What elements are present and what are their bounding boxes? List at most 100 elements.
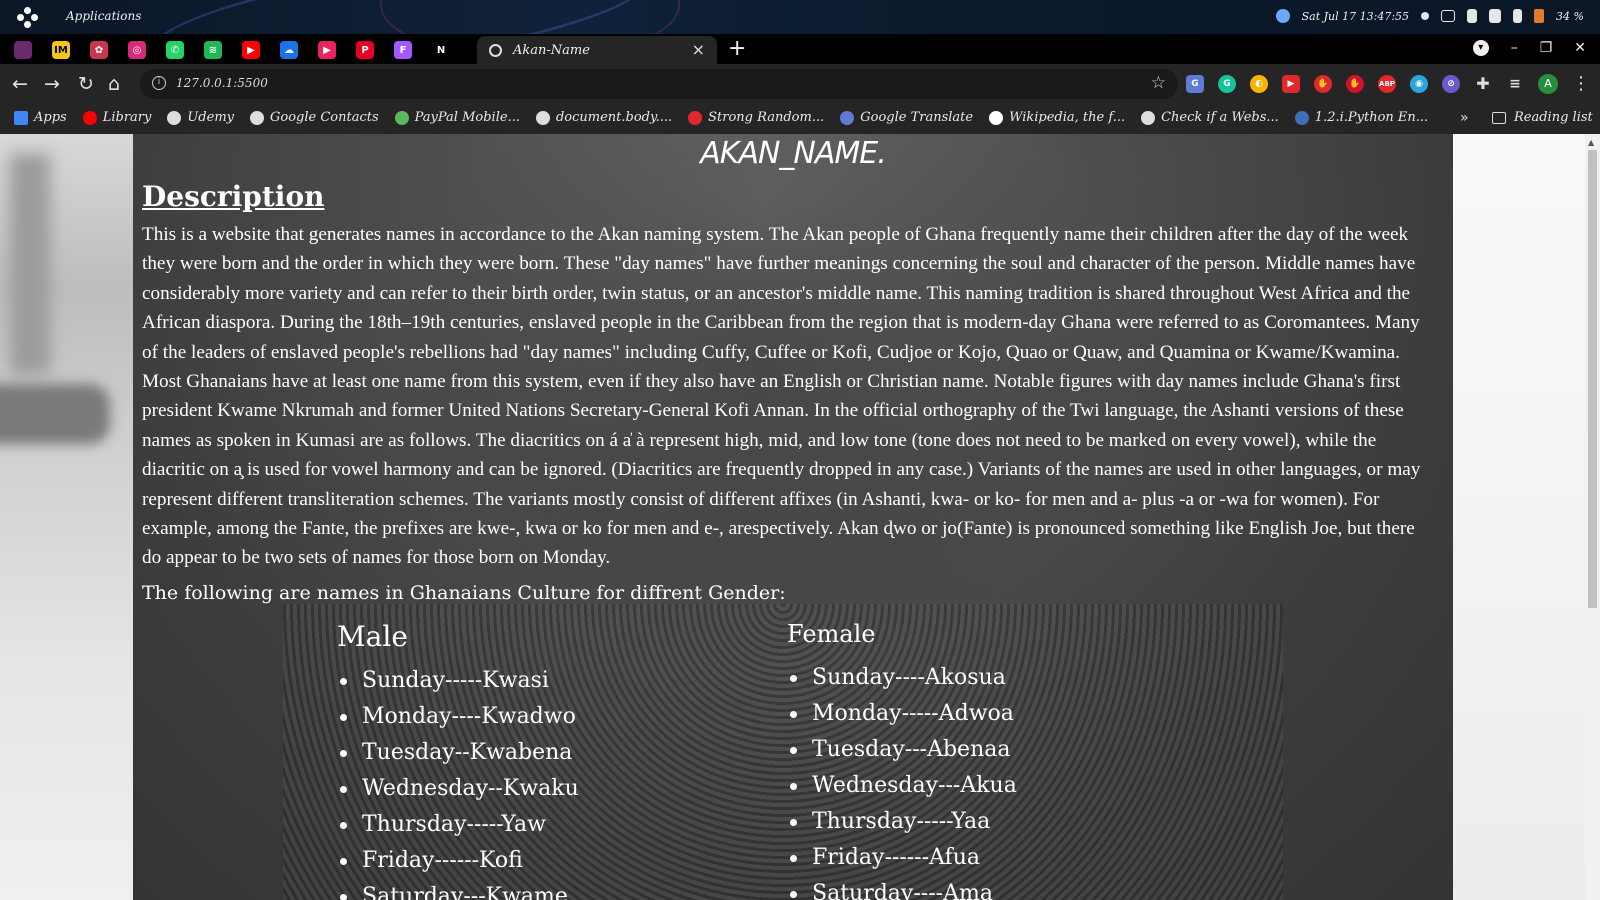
active-tab[interactable]: Akan-Name × [477,36,717,64]
scrollbar-thumb[interactable] [1588,150,1597,608]
bookmark-item[interactable]: Google Translate [840,110,973,125]
browser-toolbar: ← → ↻ ⌂ i 127.0.0.1:5500 ☆ G G ◐ ▶ ✋ ✋ A… [0,64,1600,104]
youtube-icon[interactable]: ▶ [242,41,260,59]
volume-icon[interactable] [1489,9,1502,23]
minimize-icon[interactable]: – [1511,40,1518,56]
name-list-item: Monday----Kwadwo [337,699,579,735]
main-content: AKAN_NAME. Description This is a website… [133,134,1453,900]
onedrive-icon[interactable]: ☁ [280,41,298,59]
media-queue-icon[interactable]: ≡ [1506,75,1524,93]
stop-extension-icon[interactable]: ✋ [1346,74,1364,93]
adblock-hand-icon[interactable]: ✋ [1314,74,1332,93]
screen-icon[interactable] [1441,10,1456,22]
reload-icon[interactable]: ↻ [78,73,94,95]
window-controls: ▾ – ❐ ✕ [1472,40,1586,56]
whatsapp-icon[interactable]: ✆ [166,41,184,59]
site-info-icon[interactable]: i [152,76,166,90]
back-icon[interactable]: ← [12,73,28,95]
name-list-item: Wednesday--Kwaku [337,771,579,807]
blue-extension-icon[interactable]: ◉ [1410,74,1428,93]
wikipedia-icon [989,110,1004,125]
bookmark-label: Library [102,110,152,125]
grammarly-extension-icon[interactable]: G [1218,74,1236,93]
address-bar[interactable]: i 127.0.0.1:5500 ☆ [140,69,1178,99]
figma-icon[interactable]: F [394,41,412,59]
tab-icon[interactable] [14,41,32,59]
block-extension-icon[interactable]: ⊘ [1442,74,1460,93]
bookmark-item[interactable]: document.body.... [535,110,673,125]
description-text: This is a website that generates names i… [142,224,1421,569]
description-heading: Description [142,180,325,213]
bookmark-item[interactable]: Strong Random... [688,110,824,125]
new-tab-button[interactable]: + [728,36,746,61]
os-top-bar: Applications Sat Jul 17 13:47:55 34 % [0,0,1600,95]
bookmark-label: document.body.... [555,110,673,125]
python-icon [1294,110,1309,125]
clock[interactable]: Sat Jul 17 13:47:55 [1302,10,1409,23]
globe-icon [167,110,182,125]
bookmark-label: Strong Random... [708,110,825,125]
reading-list-button[interactable]: Reading list [1492,110,1593,125]
bookmark-item[interactable]: Wikipedia, the f... [989,110,1125,125]
scroll-up-icon[interactable]: ▲ [1588,138,1594,147]
imdb-icon[interactable]: IM [52,41,70,59]
instagram-icon[interactable]: ◎ [128,41,146,59]
battery-icon[interactable] [1534,9,1545,23]
bookmark-item[interactable]: Library [82,110,152,125]
bookmark-item[interactable]: Udemy [167,110,234,125]
red-icon [688,110,703,125]
pinned-tabs: IM ✿ ◎ ✆ ≋ ▶ ☁ ▶ P F N [14,41,450,59]
chrome-extension-icon[interactable]: ◐ [1250,74,1268,93]
tab-title: Akan-Name [513,43,590,58]
name-list-item: Thursday-----Yaw [337,807,579,843]
bookmark-item[interactable]: Google Contacts [250,110,379,125]
name-list-item: Saturday---Kwame [337,879,579,900]
applications-menu[interactable]: Applications [66,9,141,23]
extensions-row: G G ◐ ▶ ✋ ✋ ABP ◉ ⊘ ✚ ≡ A ⋮ [1186,73,1590,94]
browser-menu-icon[interactable]: ⋮ [1572,73,1590,94]
name-list-item: Friday------Kofi [337,843,579,879]
close-window-icon[interactable]: ✕ [1574,40,1586,56]
more-bookmarks-icon[interactable]: » [1460,110,1469,126]
app-icon[interactable]: ✿ [90,41,108,59]
page-scrollbar[interactable]: ▲ [1585,134,1600,900]
bluetooth-icon[interactable] [1467,9,1478,23]
home-icon[interactable]: ⌂ [108,73,120,95]
reading-list-label: Reading list [1514,110,1593,125]
name-list-item: Tuesday---Abenaa [787,732,1017,768]
netflix-icon[interactable]: N [432,41,450,59]
os-logo-icon[interactable] [17,7,39,29]
network-icon[interactable] [1275,9,1290,23]
profile-avatar[interactable]: A [1538,73,1558,94]
system-tray: Sat Jul 17 13:47:55 34 % [1275,9,1584,23]
bookmark-item[interactable]: Check if a Webs... [1141,110,1279,125]
bookmark-item[interactable]: PayPal Mobile... [394,110,520,125]
name-list-item: Wednesday---Akua [787,768,1017,804]
apps-grid-icon [14,110,28,125]
microphone-icon[interactable] [1513,9,1523,23]
name-list-item: Tuesday--Kwabena [337,735,579,771]
tab-search-icon[interactable]: ▾ [1472,40,1489,56]
translate-extension-icon[interactable]: G [1186,74,1204,93]
url-text[interactable]: 127.0.0.1:5500 [176,76,268,90]
male-names-list: Sunday-----Kwasi Monday----Kwadwo Tuesday-… [337,663,579,900]
bookmark-item[interactable]: Apps [14,110,67,125]
notification-dot-icon [1421,12,1430,20]
restore-icon[interactable]: ❐ [1540,40,1553,56]
forward-icon[interactable]: → [44,73,60,95]
red-extension-icon[interactable]: ▶ [1282,74,1300,93]
name-list-item: Thursday-----Yaa [787,804,1017,840]
bookmark-label: Google Contacts [270,110,379,125]
puzzle-extensions-icon[interactable]: ✚ [1474,74,1492,93]
pinterest-icon[interactable]: P [356,41,374,59]
abp-extension-icon[interactable]: ABP [1378,74,1396,93]
bookmark-star-icon[interactable]: ☆ [1151,73,1166,93]
bookmark-item[interactable]: 1.2.i.Python En... [1294,110,1428,125]
male-heading: Male [337,620,408,653]
close-tab-icon[interactable]: × [692,40,705,59]
spotify-icon[interactable]: ≋ [204,41,222,59]
music-icon[interactable]: ▶ [318,41,336,59]
globe-icon [250,110,264,125]
name-list-item: Sunday----Akosua [787,660,1017,696]
youtube-icon [82,110,97,125]
